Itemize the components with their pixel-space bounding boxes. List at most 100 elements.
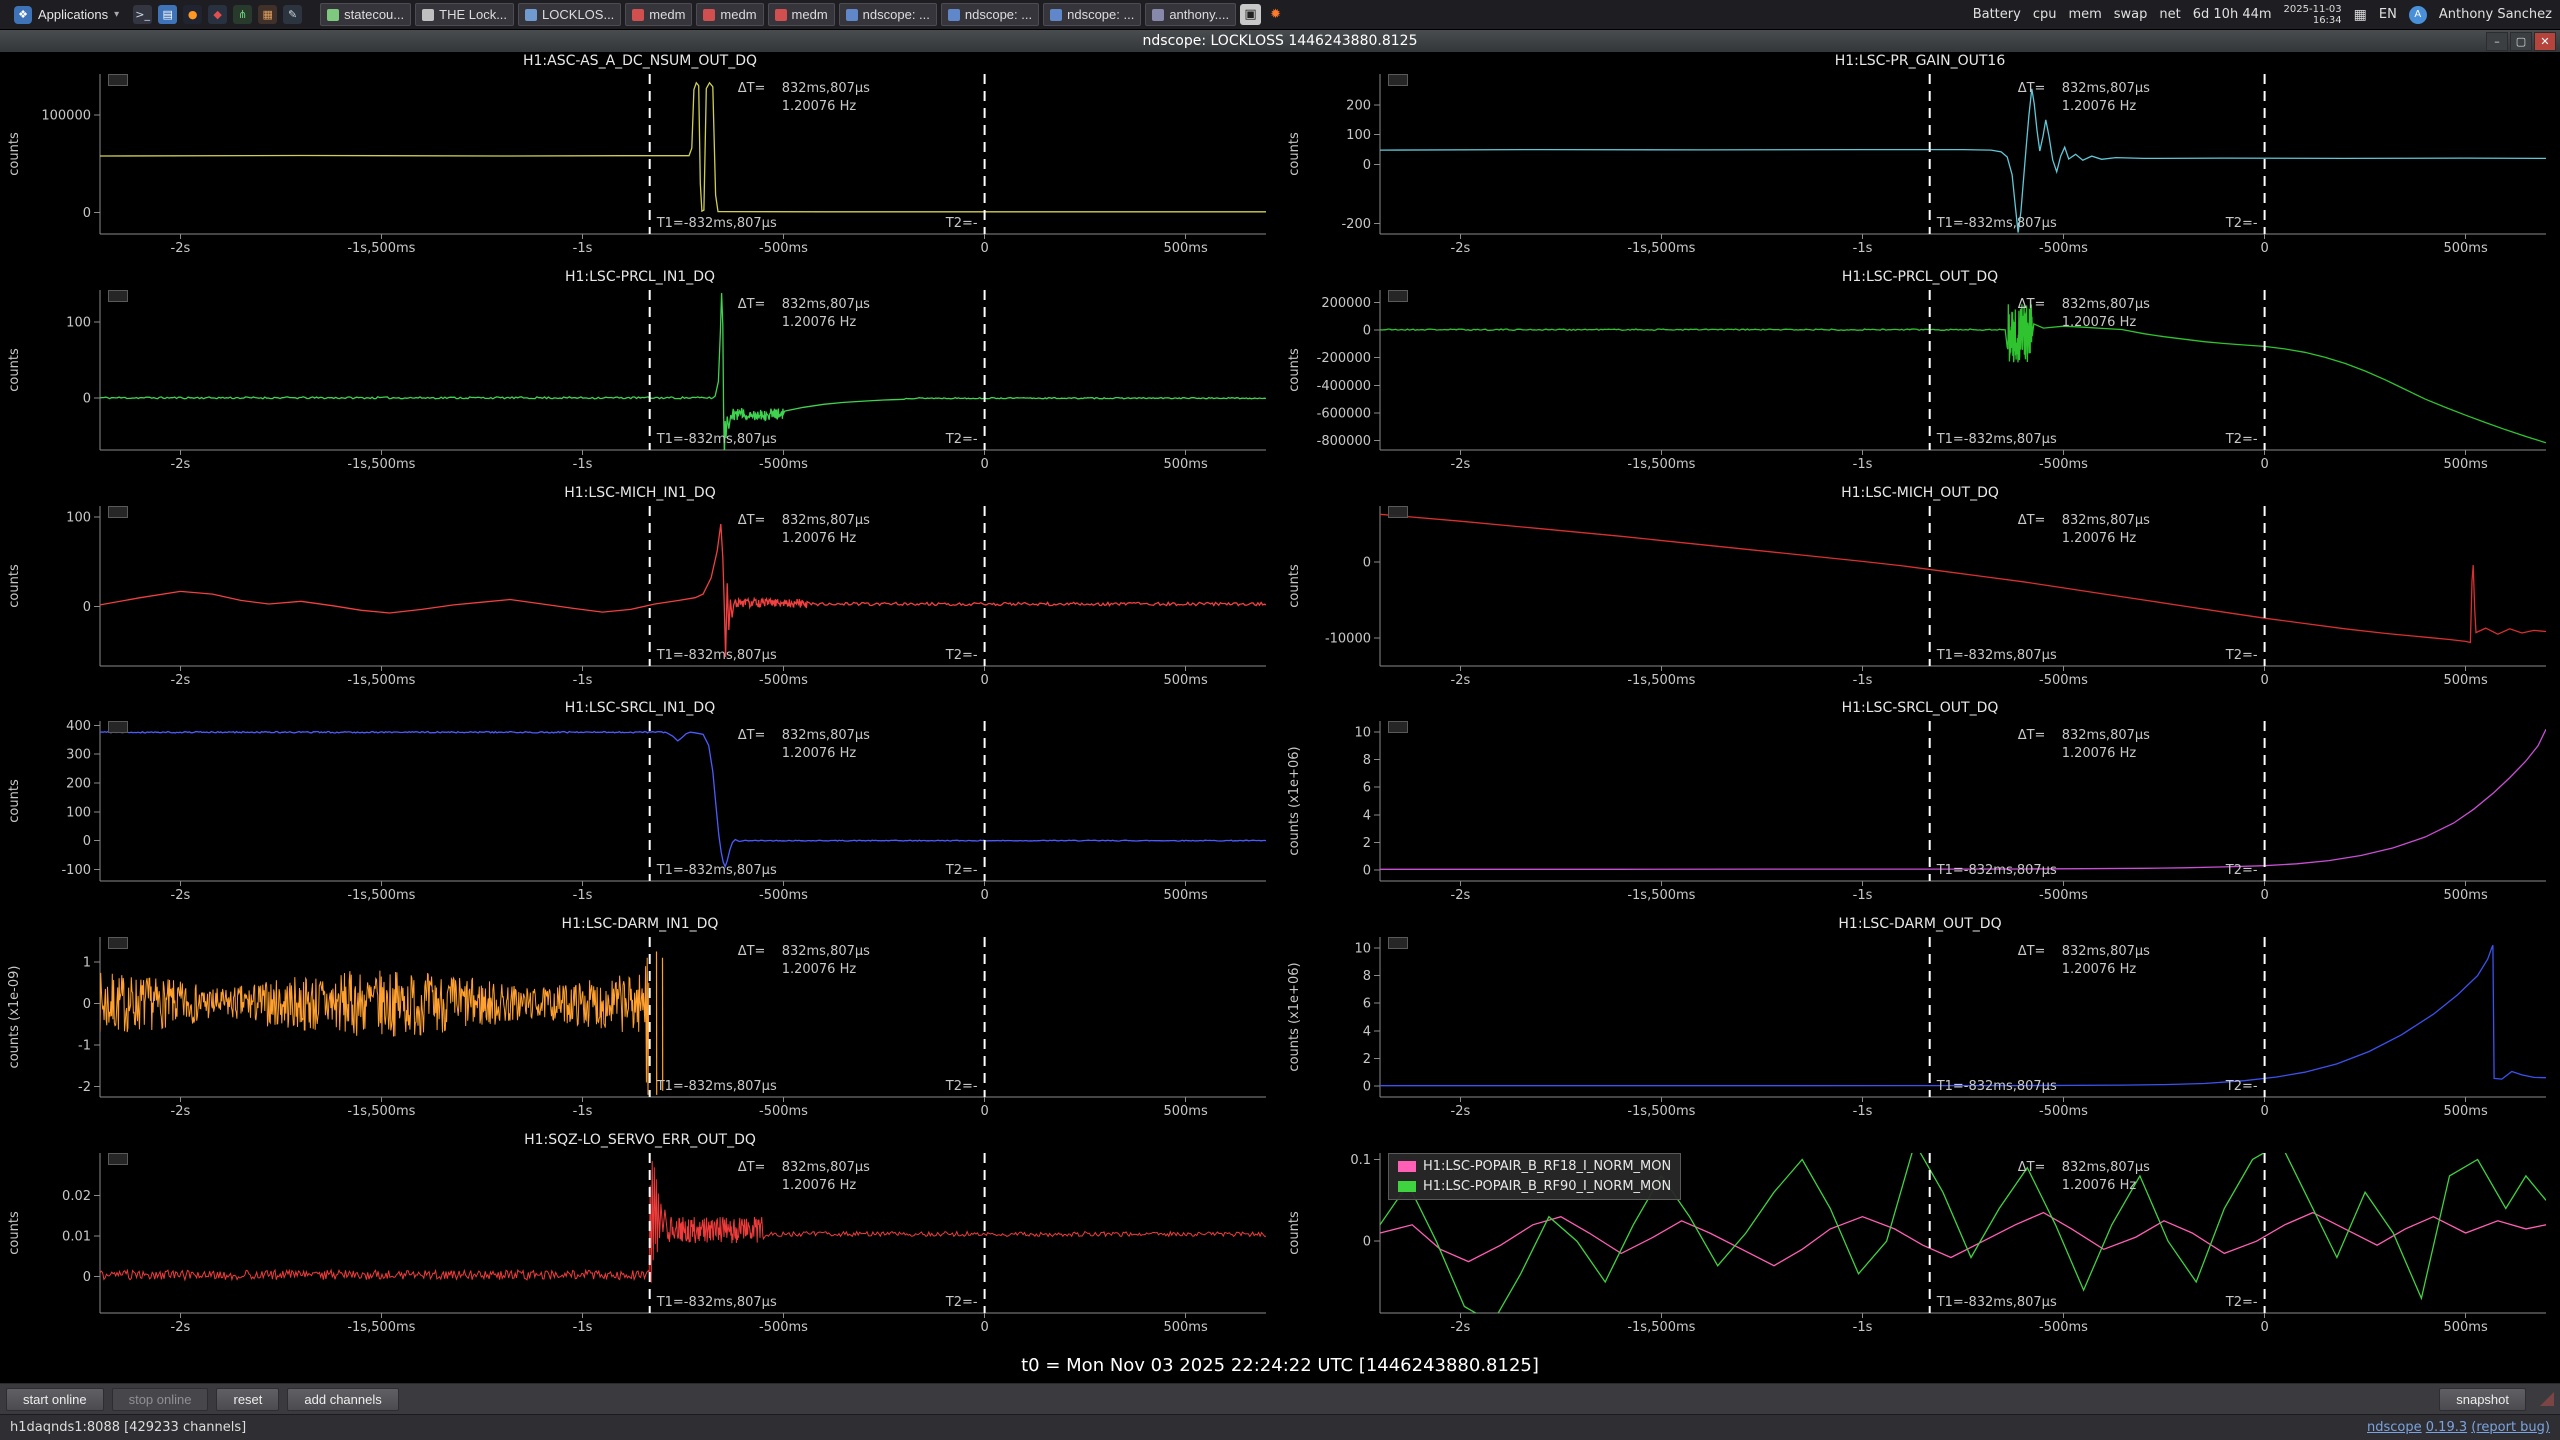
plot-canvas[interactable]: 0246810-2s-1s,500ms-1s-500ms0500mscounts… (1280, 933, 2560, 1131)
svg-text:ΔT=: ΔT= (738, 944, 766, 959)
plot-panel[interactable]: H1:LSC-MICH_IN1_DQ 0100-2s-1s,500ms-1s-5… (0, 484, 1280, 700)
ndscope-link[interactable]: ndscope (2367, 1420, 2422, 1435)
taskbar-window-button[interactable]: medm (696, 3, 763, 26)
window-label: THE Lock... (439, 7, 507, 22)
window-label: medm (649, 7, 685, 22)
dt-annotation: ΔT=832ms,807µs1.20076 Hz (738, 1160, 870, 1193)
snapshot-button[interactable]: snapshot (2439, 1388, 2526, 1411)
y-tick-label: 200000 (1321, 296, 1371, 311)
share-icon[interactable]: ⋔ (233, 5, 252, 24)
monitor-mem[interactable]: mem (2068, 7, 2101, 22)
taskbar-window-button[interactable]: medm (768, 3, 835, 26)
taskbar-window-button[interactable]: LOCKLOS... (518, 3, 621, 26)
maximize-button[interactable]: ▢ (2510, 32, 2532, 51)
y-tick-label: 0 (83, 997, 91, 1012)
user-avatar[interactable]: A (2409, 6, 2427, 24)
file-manager-icon[interactable]: ▤ (158, 5, 177, 24)
add-channels-button[interactable]: add channels (287, 1388, 398, 1411)
plot-canvas[interactable]: 0-10000-2s-1s,500ms-1s-500ms0500mscounts… (1280, 502, 2560, 700)
applications-menu[interactable]: ❖ Applications ▾ (8, 4, 125, 26)
taskbar-window-button[interactable]: THE Lock... (415, 3, 514, 26)
x-tick-label: 0 (980, 1104, 988, 1119)
package-icon[interactable]: ▦ (258, 5, 277, 24)
plot-title: H1:LSC-MICH_IN1_DQ (0, 484, 1280, 502)
plot-canvas[interactable]: -2-101-2s-1s,500ms-1s-500ms0500mscounts … (0, 933, 1280, 1131)
claw-icon[interactable]: ✹ (1265, 4, 1286, 25)
plot-panel[interactable]: H1:LSC-DARM_IN1_DQ -2-101-2s-1s,500ms-1s… (0, 915, 1280, 1131)
svg-text:1.20076 Hz: 1.20076 Hz (2062, 315, 2137, 330)
window-label: LOCKLOS... (542, 7, 614, 22)
taskbar-window-button[interactable]: ndscope: ... (941, 3, 1039, 26)
start-online-button[interactable]: start online (6, 1388, 104, 1411)
plot-canvas[interactable]: 0100-2s-1s,500ms-1s-500ms0500mscountsT1=… (0, 502, 1280, 700)
corner-grip-icon[interactable] (2540, 1392, 2554, 1406)
version-link[interactable]: 0.19.3 (2426, 1420, 2467, 1435)
x-tick-label: 0 (2260, 673, 2268, 688)
trace (100, 524, 1266, 657)
minimize-button[interactable]: – (2486, 32, 2508, 51)
x-tick-label: -500ms (759, 888, 808, 903)
close-button[interactable]: ✕ (2534, 32, 2556, 51)
taskbar-window-button[interactable]: ndscope: ... (839, 3, 937, 26)
keyboard-grid-icon[interactable]: ▦ (2354, 7, 2367, 23)
editor-icon[interactable]: ✎ (283, 5, 302, 24)
plot-panel[interactable]: H1:LSC-SRCL_OUT_DQ 0246810-2s-1s,500ms-1… (1280, 699, 2560, 915)
plot-canvas[interactable]: 00.010.02-2s-1s,500ms-1s-500ms0500mscoun… (0, 1149, 1280, 1347)
x-tick-label: -2s (171, 673, 191, 688)
plot-panel[interactable]: H1:SQZ-LO_SERVO_ERR_OUT_DQ 00.010.02-2s-… (0, 1131, 1280, 1347)
y-tick-label: 10 (1354, 942, 1371, 957)
monitor-battery[interactable]: Battery (1973, 7, 2021, 22)
t1-cursor-label: T1=-832ms,807µs (1936, 1295, 2057, 1310)
taskbar-window-button[interactable]: anthony.... (1145, 3, 1236, 26)
taskbar-window-button[interactable]: ndscope: ... (1043, 3, 1141, 26)
clock[interactable]: 2025-11-0316:34 (2284, 4, 2342, 26)
taskbar-window-button[interactable]: statecou... (320, 3, 411, 26)
trace (1380, 89, 2546, 233)
window-label: anthony.... (1169, 7, 1229, 22)
plot-canvas[interactable]: 0246810-2s-1s,500ms-1s-500ms0500mscounts… (1280, 717, 2560, 915)
stop-online-button[interactable]: stop online (112, 1388, 209, 1411)
monitor-swap[interactable]: swap (2114, 7, 2148, 22)
svg-text:1.20076 Hz: 1.20076 Hz (2062, 962, 2137, 977)
y-tick-label: 100 (66, 510, 91, 525)
dt-annotation: ΔT=832ms,807µs1.20076 Hz (2018, 728, 2150, 761)
plot-canvas[interactable]: 0100000-2s-1s,500ms-1s-500ms0500mscounts… (0, 70, 1280, 268)
x-tick-label: 0 (2260, 241, 2268, 256)
help-icon[interactable]: ◆ (208, 5, 227, 24)
plot-panel[interactable]: H1:LSC-PRCL_OUT_DQ 2000000-200000-400000… (1280, 268, 2560, 484)
reset-button[interactable]: reset (216, 1388, 279, 1411)
plot-panel[interactable]: H1:LSC-SRCL_IN1_DQ -1000100200300400-2s-… (0, 699, 1280, 915)
x-tick-label: -500ms (759, 241, 808, 256)
taskbar-window-button[interactable]: medm (625, 3, 692, 26)
monitor-cpu[interactable]: cpu (2033, 7, 2057, 22)
report-bug-link[interactable]: (report bug) (2471, 1420, 2550, 1435)
window-icon (846, 9, 858, 21)
plot-panel[interactable]: H1:LSC-DARM_OUT_DQ 0246810-2s-1s,500ms-1… (1280, 915, 2560, 1131)
plot-canvas[interactable]: -2000100200-2s-1s,500ms-1s-500ms0500msco… (1280, 70, 2560, 268)
plot-panel[interactable]: H1:LSC-PR_GAIN_OUT16 -2000100200-2s-1s,5… (1280, 52, 2560, 268)
plot-panel[interactable]: H1:ASC-AS_A_DC_NSUM_OUT_DQ 0100000-2s-1s… (0, 52, 1280, 268)
x-tick-label: 0 (980, 673, 988, 688)
monitor-net[interactable]: net (2159, 7, 2180, 22)
x-tick-label: 500ms (2443, 1320, 2487, 1335)
active-window-icon[interactable]: ▣ (1240, 4, 1261, 25)
terminal-icon[interactable]: >_ (133, 5, 152, 24)
firefox-icon[interactable]: ● (183, 5, 202, 24)
plot-panel[interactable]: 00.1-2s-1s,500ms-1s-500ms0500mscountsT1=… (1280, 1131, 2560, 1347)
plot-panel[interactable]: H1:LSC-PRCL_IN1_DQ 0100-2s-1s,500ms-1s-5… (0, 268, 1280, 484)
y-tick-label: 0 (83, 835, 91, 850)
plot-title: H1:LSC-PRCL_IN1_DQ (0, 268, 1280, 286)
window-label: medm (720, 7, 756, 22)
plot-canvas[interactable]: -1000100200300400-2s-1s,500ms-1s-500ms05… (0, 717, 1280, 915)
x-tick-label: -500ms (759, 1320, 808, 1335)
dt-annotation: ΔT=832ms,807µs1.20076 Hz (738, 944, 870, 977)
y-tick-label: 0 (1363, 555, 1371, 570)
x-tick-label: -1s (1853, 1320, 1873, 1335)
plot-canvas[interactable]: 2000000-200000-400000-600000-800000-2s-1… (1280, 286, 2560, 484)
plot-canvas[interactable]: 0100-2s-1s,500ms-1s-500ms0500mscountsT1=… (0, 286, 1280, 484)
plot-panel[interactable]: H1:LSC-MICH_OUT_DQ 0-10000-2s-1s,500ms-1… (1280, 484, 2560, 700)
dt-annotation: ΔT=832ms,807µs1.20076 Hz (738, 728, 870, 761)
y-tick-label: 2 (1363, 1052, 1371, 1067)
keyboard-layout[interactable]: EN (2379, 7, 2397, 22)
x-tick-label: -1s (1853, 457, 1873, 472)
